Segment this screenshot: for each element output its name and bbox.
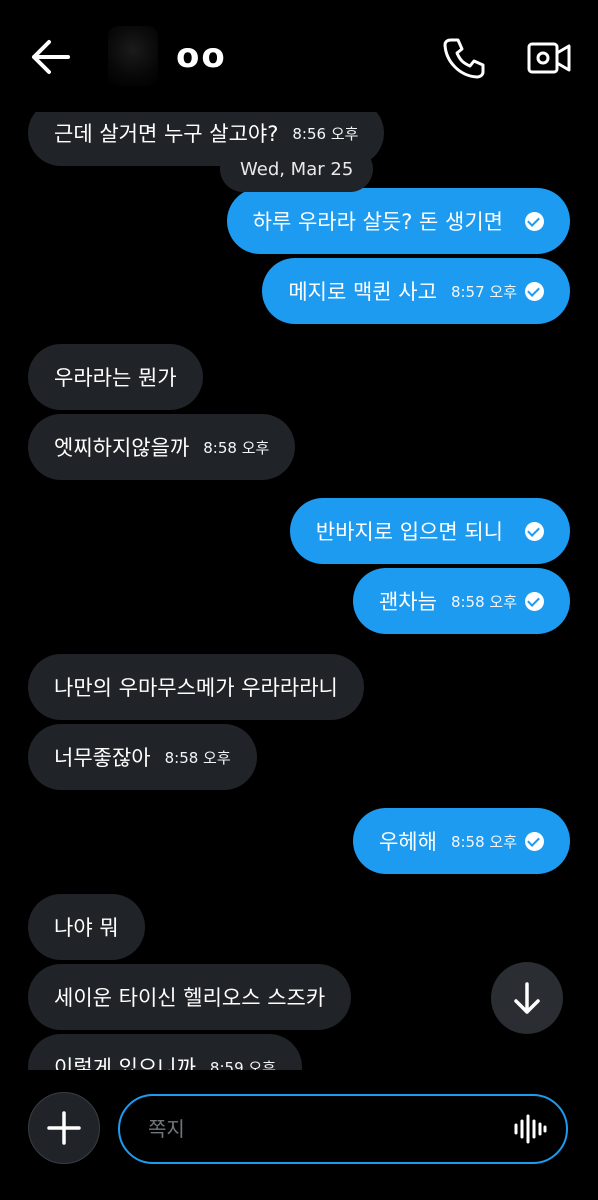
- message-bubble[interactable]: 우라라는 뭔가: [28, 344, 203, 410]
- scroll-to-bottom-button[interactable]: [491, 962, 563, 1034]
- read-check-icon: [525, 521, 544, 541]
- message-time: 8:58 오후: [164, 748, 231, 767]
- message-text: 엣찌하지않을까: [54, 436, 190, 460]
- call-button[interactable]: [442, 36, 486, 80]
- voice-message-button[interactable]: [510, 1113, 550, 1145]
- message-bubble[interactable]: 반바지로 입으면 되니: [289, 498, 570, 564]
- avatar[interactable]: [108, 26, 158, 86]
- message-bubble[interactable]: 너무좋잖아 8:58 오후: [28, 724, 257, 790]
- message-text: 너무좋잖아: [54, 746, 151, 770]
- message-text: 반바지로 입으면 되니: [315, 520, 503, 544]
- read-check-icon: [525, 211, 544, 231]
- message-bubble[interactable]: 나야 뭐: [28, 894, 145, 960]
- message-bubble[interactable]: 세이운 타이신 헬리오스 스즈카: [28, 964, 352, 1030]
- message-bubble[interactable]: 이렇게 있으니까 8:59 오후: [28, 1034, 302, 1070]
- date-separator: Wed, Mar 25: [220, 146, 374, 192]
- message-list[interactable]: Wed, Mar 25 근데 살거면 누구 살고야? 8:56 오후 하루 우라…: [0, 100, 598, 1070]
- message-time: 8:59 오후: [209, 1058, 276, 1071]
- read-check-icon: [525, 591, 544, 611]
- message-text: 근데 살거면 누구 살고야?: [54, 122, 279, 146]
- message-text: 나만의 우마무스메가 우라라라니: [54, 676, 338, 700]
- message-bubble[interactable]: 우헤해 8:58 오후: [352, 808, 570, 874]
- message-text: 이렇게 있으니까: [54, 1056, 196, 1070]
- message-composer: 쪽지: [0, 1070, 598, 1200]
- message-input[interactable]: 쪽지: [118, 1094, 568, 1164]
- message-text: 하루 우라라 살듯? 돈 생기면: [252, 210, 503, 234]
- phone-icon: [443, 38, 485, 79]
- message-time: 8:58 오후: [450, 592, 517, 611]
- plus-icon: [47, 1111, 81, 1145]
- message-text: 세이운 타이신 헬리오스 스즈카: [54, 986, 326, 1010]
- message-bubble[interactable]: 하루 우라라 살듯? 돈 생기면: [226, 188, 570, 254]
- contact-name[interactable]: oo: [176, 36, 227, 76]
- video-camera-icon: [527, 42, 571, 74]
- message-bubble[interactable]: 나만의 우마무스메가 우라라라니: [28, 654, 364, 720]
- arrow-down-icon: [514, 982, 540, 1014]
- message-bubble[interactable]: 엣찌하지않을까 8:58 오후: [28, 414, 296, 480]
- message-text: 우라라는 뭔가: [54, 366, 177, 390]
- message-time: 8:58 오후: [450, 832, 517, 851]
- message-input-placeholder: 쪽지: [148, 1117, 185, 1141]
- back-button[interactable]: [30, 38, 72, 76]
- message-time: 8:57 오후: [450, 282, 517, 301]
- conversation-header: oo: [0, 0, 598, 112]
- message-time: 8:56 오후: [292, 124, 359, 143]
- message-text: 괜차늠: [378, 590, 437, 614]
- message-bubble[interactable]: 메지로 맥퀸 사고 8:57 오후: [262, 258, 570, 324]
- add-attachment-button[interactable]: [28, 1092, 100, 1164]
- video-call-button[interactable]: [526, 38, 572, 78]
- read-check-icon: [525, 831, 544, 851]
- read-check-icon: [525, 281, 544, 301]
- arrow-left-icon: [32, 40, 70, 74]
- voice-waveform-icon: [514, 1114, 547, 1144]
- message-time: 8:58 오후: [203, 438, 270, 457]
- message-text: 나야 뭐: [54, 916, 119, 940]
- message-text: 우헤해: [378, 830, 437, 854]
- message-bubble[interactable]: 괜차늠 8:58 오후: [352, 568, 570, 634]
- message-text: 메지로 맥퀸 사고: [288, 280, 437, 304]
